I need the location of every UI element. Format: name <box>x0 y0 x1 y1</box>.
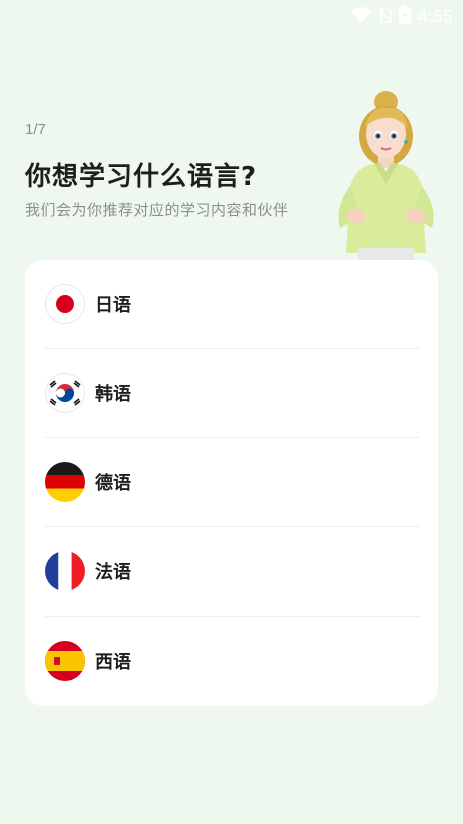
spain-flag-icon <box>45 641 85 681</box>
language-option-spanish[interactable]: 西语 <box>45 617 420 705</box>
france-flag-icon <box>45 551 85 591</box>
japan-flag-icon <box>45 284 85 324</box>
language-option-japanese[interactable]: 日语 <box>45 260 420 348</box>
battery-charging-icon <box>398 5 411 28</box>
wifi-icon <box>350 6 371 27</box>
status-time: 4:55 <box>417 6 453 26</box>
no-sim-icon <box>378 6 392 27</box>
step-indicator: 1/7 <box>25 121 46 138</box>
germany-flag-icon <box>45 462 85 502</box>
language-option-french[interactable]: 法语 <box>45 527 420 615</box>
language-label: 法语 <box>95 562 131 583</box>
avatar-tutor-illustration <box>326 88 446 260</box>
language-label: 西语 <box>95 652 131 673</box>
language-option-korean[interactable]: 韩语 <box>45 349 420 437</box>
language-list-card: 日语 韩语 德语 法语 西语 <box>25 260 438 706</box>
page-title: 你想学习什么语言? <box>25 162 258 192</box>
page-subtitle: 我们会为你推荐对应的学习内容和伙伴 <box>25 201 289 219</box>
status-bar: 4:55 <box>0 0 463 30</box>
language-label: 日语 <box>95 295 131 316</box>
language-label: 韩语 <box>95 384 131 405</box>
language-label: 德语 <box>95 473 131 494</box>
language-option-german[interactable]: 德语 <box>45 438 420 526</box>
south-korea-flag-icon <box>45 373 85 413</box>
status-icons: 4:55 <box>350 5 453 28</box>
